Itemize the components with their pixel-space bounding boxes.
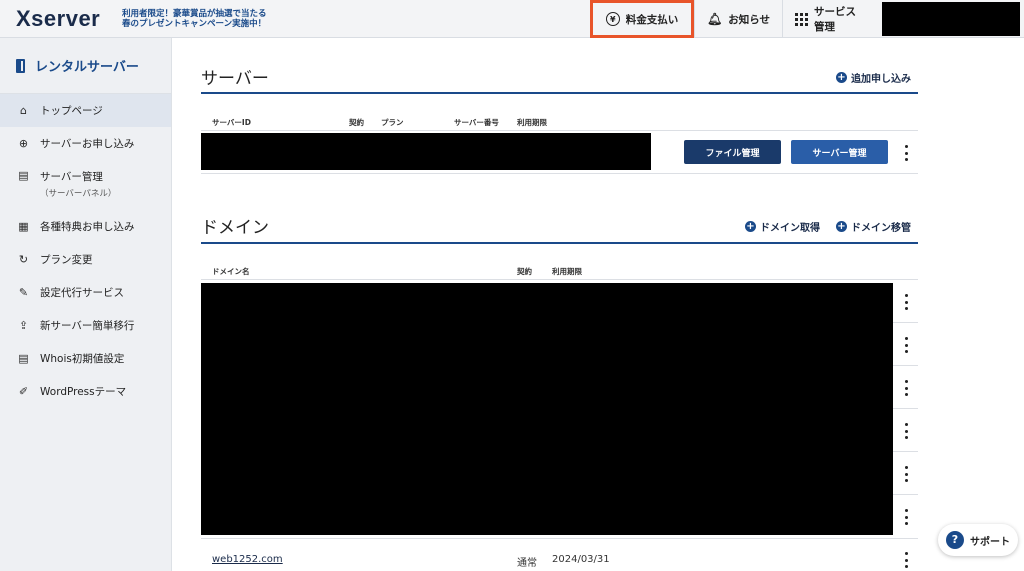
column-expiry: 利用期限 (517, 118, 547, 127)
server-management-button[interactable]: サーバー管理 (791, 140, 888, 164)
sidebar-item-server-apply[interactable]: ⊕ サーバーお申し込み (0, 127, 171, 160)
sidebar-item-label: サーバーお申し込み (40, 138, 135, 150)
bell-icon: 🔔︎ (707, 12, 723, 26)
wrench-icon: ✎ (18, 286, 29, 299)
domain-row-rule (893, 451, 918, 452)
sidebar-item-setup-service[interactable]: ✎ 設定代行サービス (0, 276, 171, 309)
column-plan: プラン (381, 118, 404, 127)
sidebar-item-sublabel: （サーバーパネル） (40, 189, 117, 199)
domain-row-menu-icon[interactable] (901, 509, 911, 525)
server-row-redacted (201, 133, 651, 170)
sidebar-item-benefits[interactable]: ▦ 各種特典お申し込み (0, 210, 171, 243)
domain-row-rule (893, 494, 918, 495)
server-header-rule (201, 130, 918, 131)
domain-list-redacted (201, 283, 893, 535)
document-icon: ▤ (18, 352, 29, 365)
yen-icon: ¥ (605, 12, 620, 26)
header-actions: ¥ 料金支払い 🔔︎ お知らせ サービス管理 (590, 0, 870, 38)
domain-acquire-link[interactable]: + ドメイン取得 (745, 219, 820, 234)
server-row-rule (201, 173, 918, 174)
domain-row-menu-icon[interactable] (901, 423, 911, 439)
sidebar-item-label: 新サーバー簡単移行 (40, 320, 135, 332)
upload-icon: ⇪ (18, 319, 29, 332)
domain-row-menu-icon[interactable] (901, 337, 911, 353)
sidebar-item-label: Whois初期値設定 (40, 353, 125, 365)
sidebar-item-wordpress-theme[interactable]: ✐ WordPressテーマ (0, 375, 171, 408)
domain-row-menu-icon[interactable] (901, 294, 911, 310)
domain-transfer-link[interactable]: + ドメイン移管 (836, 219, 911, 234)
column-server-id: サーバーID (212, 118, 251, 127)
sidebar-item-top-page[interactable]: ⌂ トップページ (0, 94, 171, 127)
sidebar-item-label: プラン変更 (40, 254, 93, 266)
news-label: お知らせ (728, 13, 771, 26)
domain-section-rule (201, 242, 918, 244)
sidebar-item-label: WordPressテーマ (40, 386, 127, 398)
sidebar-item-label: 設定代行サービス (40, 287, 124, 299)
sidebar-item-plan-change[interactable]: ↻ プラン変更 (0, 243, 171, 276)
domain-row-rule (893, 322, 918, 323)
server-section-rule (201, 92, 918, 94)
sidebar-item-label: サーバー管理 (40, 171, 103, 183)
rental-server-icon (16, 58, 25, 73)
domain-row-menu-icon[interactable] (901, 380, 911, 396)
home-icon: ⌂ (20, 104, 27, 117)
domain-row-rule (201, 538, 918, 539)
column-domain-name: ドメイン名 (212, 267, 250, 276)
xserver-logo[interactable]: Xserver (16, 6, 108, 32)
plus-icon: + (745, 221, 756, 232)
domain-header-rule (201, 279, 918, 280)
add-application-label: 追加申し込み (851, 74, 911, 85)
domain-transfer-label: ドメイン移管 (851, 223, 911, 234)
question-icon: ? (946, 531, 964, 549)
column-contract: 契約 (517, 267, 532, 276)
sidebar-item-server-panel[interactable]: ▤ サーバー管理 （サーバーパネル） (0, 160, 171, 210)
plus-icon: + (836, 221, 847, 232)
server-section-title: サーバー (201, 69, 269, 89)
plus-icon: + (836, 72, 847, 83)
service-management-label: サービス管理 (814, 6, 857, 33)
domain-section-title: ドメイン (201, 218, 269, 238)
domain-contract: 通常 (517, 558, 537, 569)
column-contract: 契約 (349, 118, 364, 127)
promo-line-2: 春のプレゼントキャンペーン実施中！ (122, 18, 267, 29)
domain-row-menu-icon[interactable] (901, 552, 911, 568)
column-expiry: 利用期限 (552, 267, 582, 276)
service-management-button[interactable]: サービス管理 (782, 0, 870, 38)
support-button[interactable]: ? サポート (938, 524, 1018, 556)
sidebar-item-label: トップページ (40, 105, 103, 117)
sidebar-item-whois[interactable]: ▤ Whois初期値設定 (0, 342, 171, 375)
domain-row-rule (893, 408, 918, 409)
refresh-icon: ↻ (18, 253, 29, 266)
payment-button[interactable]: ¥ 料金支払い (590, 0, 694, 38)
column-server-number: サーバー番号 (454, 118, 499, 127)
promo-line-1: 利用者限定！豪華賞品が抽選で当たる (122, 8, 267, 19)
sidebar-title-label: レンタルサーバー (35, 60, 139, 75)
domain-row-rule (893, 365, 918, 366)
top-header: Xserver 利用者限定！豪華賞品が抽選で当たる 春のプレゼントキャンペーン実… (0, 0, 1024, 38)
plus-circle-icon: ⊕ (18, 137, 29, 150)
sidebar-title[interactable]: レンタルサーバー (0, 38, 171, 94)
payment-label: 料金支払い (625, 13, 679, 26)
server-row-menu-icon[interactable] (901, 145, 911, 161)
domain-expiry: 2024/03/31 (552, 554, 610, 565)
edit-icon: ✐ (18, 385, 29, 398)
add-application-link[interactable]: + 追加申し込み (836, 70, 911, 85)
news-button[interactable]: 🔔︎ お知らせ (694, 0, 782, 38)
domain-acquire-label: ドメイン取得 (760, 223, 820, 234)
account-menu[interactable] (882, 2, 1020, 36)
domain-name-link[interactable]: web1252.com (212, 554, 283, 565)
sidebar: レンタルサーバー ⌂ トップページ ⊕ サーバーお申し込み ▤ サーバー管理 （… (0, 38, 172, 571)
domain-row-menu-icon[interactable] (901, 466, 911, 482)
sidebar-item-label: 各種特典お申し込み (40, 221, 135, 233)
promo-banner[interactable]: 利用者限定！豪華賞品が抽選で当たる 春のプレゼントキャンペーン実施中！ (122, 9, 322, 29)
grid-icon (795, 12, 809, 26)
sidebar-item-migration[interactable]: ⇪ 新サーバー簡単移行 (0, 309, 171, 342)
server-icon: ▤ (18, 169, 29, 182)
file-management-button[interactable]: ファイル管理 (684, 140, 781, 164)
gift-icon: ▦ (18, 220, 29, 233)
support-label: サポート (970, 536, 1010, 548)
